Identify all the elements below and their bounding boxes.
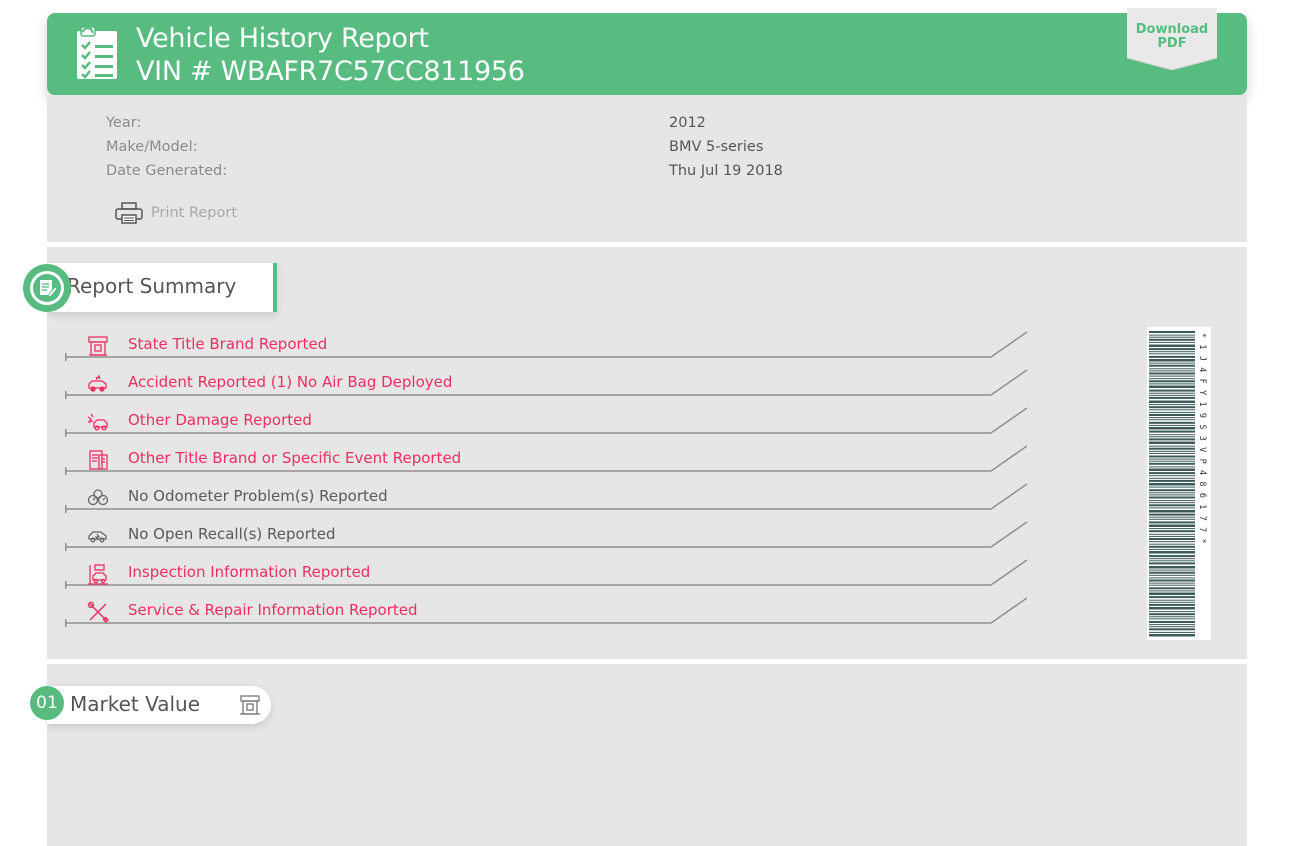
summary-item-specific-event[interactable]: Other Title Brand or Specific Event Repo… [65,445,1027,483]
market-value-title: Market Value [70,692,201,716]
dealership-icon [240,695,260,715]
inspection-icon [88,564,108,585]
vin-barcode: *1J4FY19S3VP486177* [1147,327,1211,640]
download-label-line2: PDF [1157,36,1187,51]
summary-item-other-damage[interactable]: Other Damage Reported [65,407,1027,445]
download-label-line1: Download [1135,22,1209,37]
damage-icon [87,413,108,431]
vin-number: VIN # WBAFR7C57CC811956 [136,56,525,87]
title-brand-icon [88,336,108,356]
summary-item-label: No Odometer Problem(s) Reported [128,487,388,505]
make-model-label: Make/Model: [106,139,198,155]
report-header: Vehicle History Report VIN # WBAFR7C57CC… [47,8,1247,95]
year-label: Year: [106,115,142,131]
summary-item-service-repair[interactable]: Service & Repair Information Reported [65,597,1027,635]
report-summary-title: Report Summary [67,274,237,298]
document-icon [89,450,108,470]
printer-icon [115,202,143,224]
summary-item-label: Other Damage Reported [128,411,312,429]
date-generated-value: Thu Jul 19 2018 [669,163,783,179]
summary-list: State Title Brand Reported Accident Repo… [65,331,1027,635]
summary-item-label: Other Title Brand or Specific Event Repo… [128,449,462,467]
odometer-icon [87,489,109,506]
summary-item-recall[interactable]: No Open Recall(s) Reported [65,521,1027,559]
car-crash-icon [88,374,107,392]
summary-item-inspection[interactable]: Inspection Information Reported [65,559,1027,597]
market-value-tab[interactable]: Market Value [47,686,271,724]
report-summary-panel: Report Summary State Title Brand Reporte… [23,247,1247,659]
summary-item-accident[interactable]: Accident Reported (1) No Air Bag Deploye… [65,369,1027,407]
summary-item-label: Inspection Information Reported [128,563,371,581]
vehicle-info-panel: Year: 2012 Make/Model: BMV 5-series Date… [47,95,1247,242]
download-pdf-button[interactable]: Download PDF [1127,8,1217,70]
year-value: 2012 [669,115,706,131]
date-generated-label: Date Generated: [106,163,228,179]
report-edit-icon [23,264,71,312]
recall-icon [88,531,107,543]
print-report-label: Print Report [151,205,238,221]
checklist-icon [77,27,117,79]
section-number-badge: 01 [30,686,64,720]
summary-item-label: Accident Reported (1) No Air Bag Deploye… [128,373,453,391]
summary-item-title-brand[interactable]: State Title Brand Reported [65,331,1027,369]
barcode-text: *1J4FY19S3VP486177* [1197,333,1207,550]
make-model-value: BMV 5-series [669,139,764,155]
report-summary-tab: Report Summary [47,263,277,312]
summary-item-label: No Open Recall(s) Reported [128,525,336,543]
market-value-panel: Market Value 01 [30,664,1247,846]
print-report-button[interactable]: Print Report [115,201,237,225]
summary-item-odometer[interactable]: No Odometer Problem(s) Reported [65,483,1027,521]
page-title: Vehicle History Report [136,23,429,54]
summary-item-label: State Title Brand Reported [128,335,328,353]
summary-item-label: Service & Repair Information Reported [128,601,418,619]
barcode-bars [1149,331,1195,637]
tools-icon [87,601,109,623]
